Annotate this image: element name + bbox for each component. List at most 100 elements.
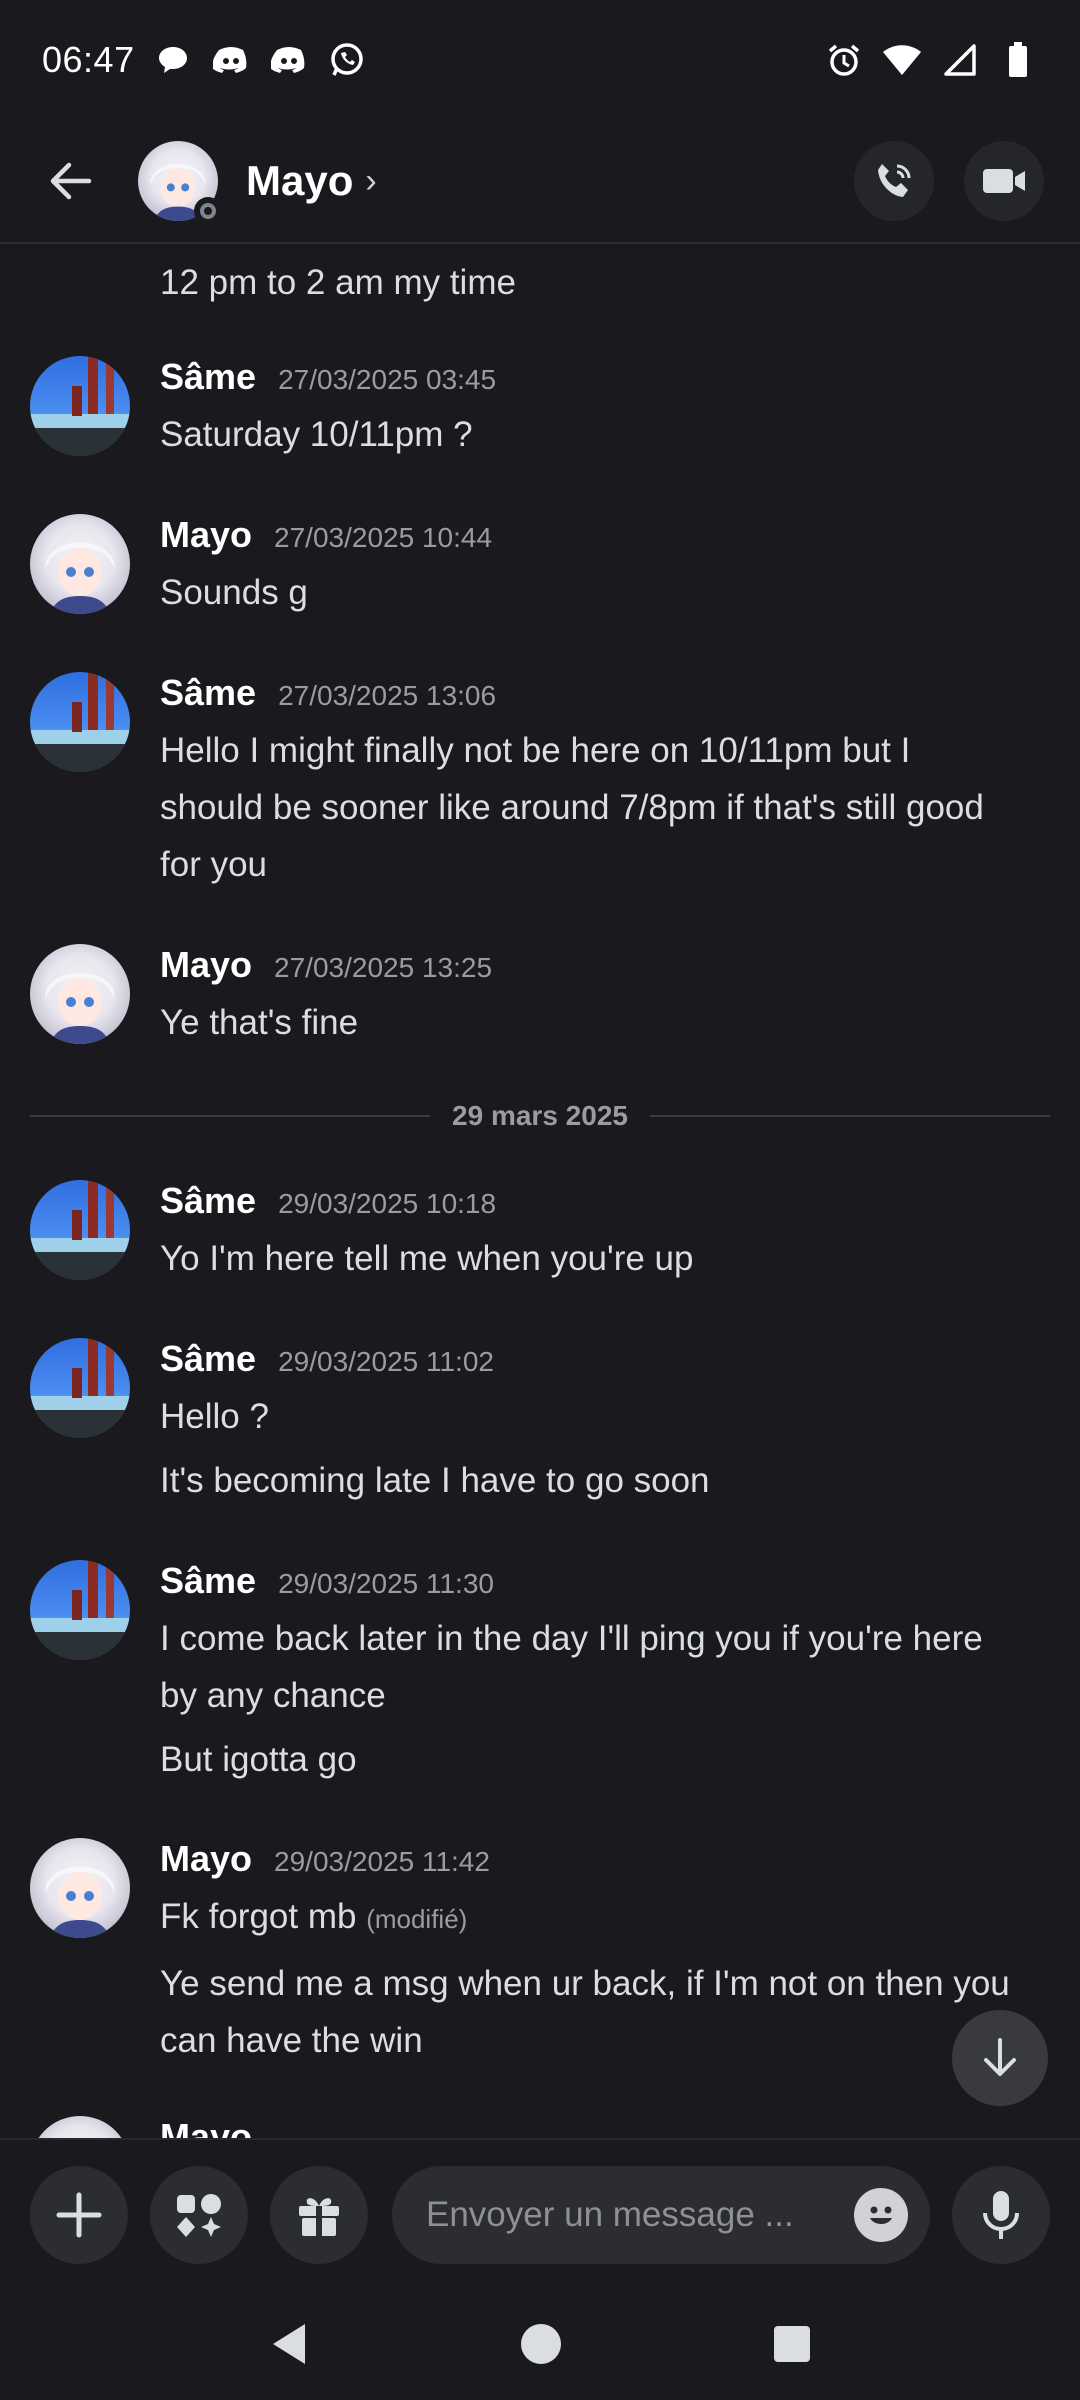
header-avatar[interactable]: [138, 141, 222, 225]
message-body: Sâme 27/03/2025 03:45 Saturday 10/11pm ?: [160, 356, 1020, 463]
divider-line: [649, 1115, 1050, 1117]
message-header: Sâme 27/03/2025 13:06: [160, 672, 1020, 722]
video-call-button[interactable]: [964, 141, 1044, 221]
message-text-content: Fk forgot mb: [160, 1897, 357, 1936]
timestamp: 27/03/2025 13:25: [274, 952, 493, 983]
jump-to-bottom-button[interactable]: [952, 2010, 1048, 2106]
message-text: Saturday 10/11pm ?: [160, 415, 473, 454]
avatar[interactable]: [30, 2116, 130, 2138]
discord-icon: [269, 40, 309, 80]
wifi-icon: [882, 40, 922, 80]
author-name[interactable]: Sâme: [160, 1338, 256, 1380]
message-body: Sâme 27/03/2025 13:06 Hello I might fina…: [160, 672, 1020, 893]
status-bar-right: [824, 40, 1038, 80]
author-name[interactable]: Mayo: [160, 2116, 252, 2138]
video-camera-icon: [983, 169, 1025, 193]
status-bar-left: 06:47: [42, 39, 367, 81]
emoji-button[interactable]: [854, 2188, 908, 2242]
avatar[interactable]: [30, 514, 130, 614]
plus-icon: [56, 2192, 102, 2238]
message-text: Fk forgot mb (modifié): [160, 1888, 1020, 1948]
message-header: Mayo 27/03/2025 10:44: [160, 514, 1020, 564]
status-bar: 06:47: [0, 0, 1080, 120]
clock: 06:47: [42, 39, 135, 80]
header-username[interactable]: Mayo: [246, 157, 353, 205]
author-name[interactable]: Sâme: [160, 356, 256, 398]
message-list[interactable]: 12 pm to 2 am my time Sâme 27/03/2025 03…: [0, 246, 1080, 2138]
message-text: Ye send me a msg when ur back, if I'm no…: [160, 1964, 1010, 2060]
apps-icon: [177, 2194, 221, 2237]
avatar[interactable]: [30, 1338, 130, 1438]
avatar[interactable]: [30, 672, 130, 772]
date-divider: 29 mars 2025: [30, 1096, 1050, 1136]
microphone-icon: [983, 2191, 1019, 2239]
message-text: Sounds g: [160, 573, 308, 612]
avatar-image: [30, 1560, 130, 1660]
avatar[interactable]: [30, 356, 130, 456]
timestamp: 27/03/2025 10:44: [274, 522, 493, 553]
nav-home-icon[interactable]: [519, 2322, 563, 2366]
message-header: Sâme 29/03/2025 10:18: [160, 1180, 1020, 1230]
avatar[interactable]: [30, 1560, 130, 1660]
avatar[interactable]: [30, 1838, 130, 1938]
add-attachment-button[interactable]: [30, 2166, 128, 2264]
timestamp: 29/03/2025 11:42: [274, 1846, 490, 1877]
message-body: Sâme 29/03/2025 11:30 I come back later …: [160, 1560, 1020, 1788]
discord-icon: [211, 40, 251, 80]
timestamp: 29/03/2025 11:02: [278, 1346, 494, 1377]
message-body: 12 pm to 2 am my time: [160, 254, 1020, 311]
arrow-left-icon: [50, 162, 92, 200]
message-composer: [0, 2138, 1080, 2290]
divider-line: [30, 1115, 431, 1117]
gift-button[interactable]: [270, 2166, 368, 2264]
message-body: Sâme 29/03/2025 10:18 Yo I'm here tell m…: [160, 1180, 1020, 1287]
message-text: I come back later in the day I'll ping y…: [160, 1619, 983, 1715]
apps-button[interactable]: [150, 2166, 248, 2264]
message-header: Sâme 29/03/2025 11:02: [160, 1338, 1020, 1388]
message-body: Mayo 27/03/2025 10:44 Sounds g: [160, 514, 1020, 621]
gift-icon: [299, 2198, 339, 2236]
author-name[interactable]: Mayo: [160, 1838, 252, 1880]
voice-call-button[interactable]: [854, 141, 934, 221]
battery-icon: [998, 40, 1038, 80]
offline-status-icon: [194, 197, 222, 225]
signal-icon: [940, 40, 980, 80]
message-text: Ye that's fine: [160, 1003, 359, 1042]
back-button[interactable]: [20, 131, 120, 231]
author-name[interactable]: Mayo: [160, 514, 252, 556]
avatar-image: [45, 972, 115, 1044]
chat-bubble-icon: [153, 40, 193, 80]
avatar-image: [30, 2116, 130, 2138]
author-name[interactable]: Sâme: [160, 672, 256, 714]
message-text: Hello I might finally not be here on 10/…: [160, 731, 984, 884]
author-name[interactable]: Sâme: [160, 1180, 256, 1222]
message-input-container[interactable]: [392, 2166, 930, 2264]
message-text: But igotta go: [160, 1740, 357, 1779]
message-body: Mayo: [160, 2116, 1020, 2138]
message-input[interactable]: [424, 2194, 828, 2236]
arrow-down-icon: [984, 2038, 1016, 2076]
message-body: Sâme 29/03/2025 11:02 Hello ? It's becom…: [160, 1338, 1020, 1509]
message-text: Yo I'm here tell me when you're up: [160, 1239, 694, 1278]
avatar-image: [45, 542, 115, 614]
avatar-image: [30, 356, 130, 456]
chevron-right-icon[interactable]: ›: [365, 162, 376, 201]
timestamp: 27/03/2025 03:45: [278, 364, 497, 395]
author-name[interactable]: Sâme: [160, 1560, 256, 1602]
message-text: Hello ?: [160, 1397, 269, 1436]
nav-recents-icon[interactable]: [773, 2325, 811, 2363]
chat-header: Mayo ›: [0, 120, 1080, 244]
message-header: Mayo 27/03/2025 13:25: [160, 944, 1020, 994]
avatar[interactable]: [30, 944, 130, 1044]
nav-back-icon[interactable]: [269, 2321, 309, 2367]
edited-label: (modifié): [366, 1904, 468, 1934]
voice-message-button[interactable]: [952, 2166, 1050, 2264]
message-body: Mayo 27/03/2025 13:25 Ye that's fine: [160, 944, 1020, 1051]
whatsapp-icon: [327, 40, 367, 80]
message-body: Mayo 29/03/2025 11:42 Fk forgot mb (modi…: [160, 1838, 1020, 2069]
avatar[interactable]: [30, 1180, 130, 1280]
smiley-icon: [870, 2206, 892, 2224]
author-name[interactable]: Mayo: [160, 944, 252, 986]
avatar-image: [30, 672, 130, 772]
message-header: Mayo 29/03/2025 11:42: [160, 1838, 1020, 1888]
